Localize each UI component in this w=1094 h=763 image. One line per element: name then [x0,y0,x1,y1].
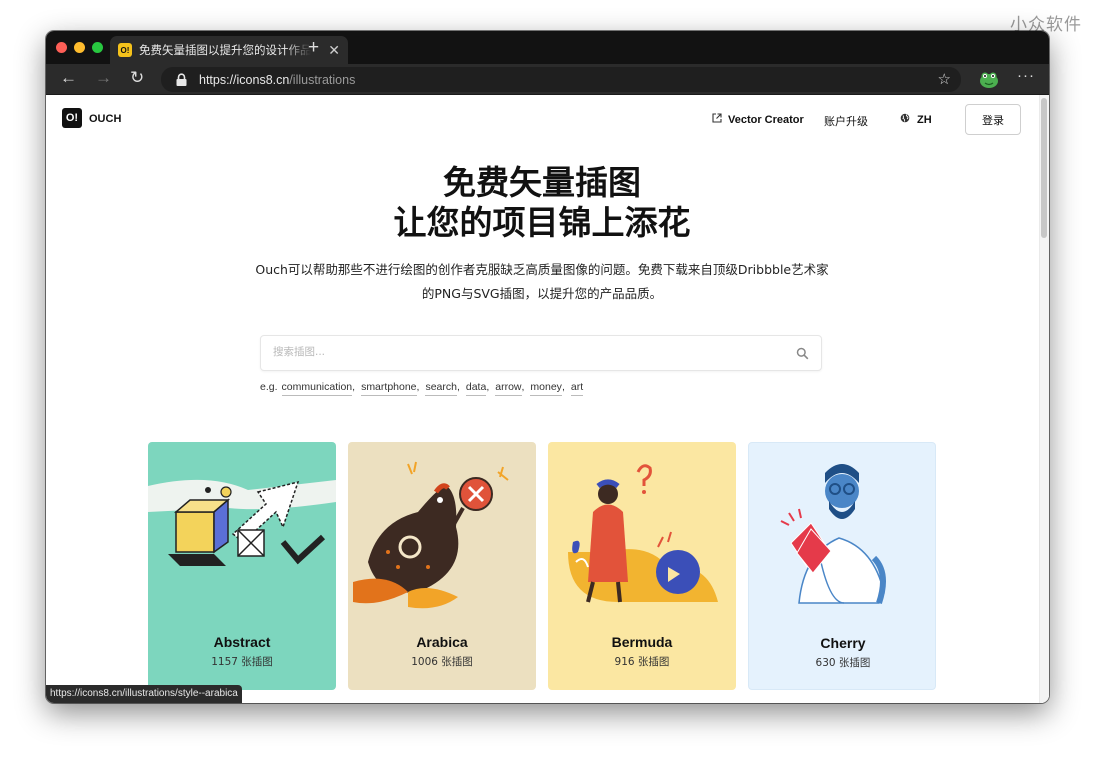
address-bar[interactable]: https://icons8.cn/illustrations ☆ [161,67,961,92]
back-arrow-icon[interactable]: ← [60,68,77,88]
search-box [260,335,822,371]
hero-description-line2: 的PNG与SVG插图，以提升您的产品品质。 [421,286,663,301]
ouch-logo[interactable]: O! [62,108,82,128]
example-link-arrow[interactable]: arrow [495,381,522,396]
cherry-illustration [749,443,935,623]
tab-close-icon[interactable]: ✕ [328,42,340,59]
example-link-smartphone[interactable]: smartphone [361,381,417,396]
card-name: Arabica [416,634,468,650]
hero-title-line1: 免费矢量插图 [443,163,641,202]
reload-icon[interactable]: ↻ [130,68,144,88]
card-count: 1006 张插图 [411,656,473,668]
arabica-illustration [348,442,536,622]
card-name: Cherry [820,635,866,651]
frog-extension-icon[interactable] [978,68,1000,90]
favicon-icon: O! [118,43,132,57]
example-link-communication[interactable]: communication [281,381,353,396]
login-button[interactable]: 登录 [965,104,1021,135]
style-card-bermuda[interactable]: Bermuda 916 张插图 [548,442,736,690]
style-card-abstract[interactable]: Abstract 1157 张插图 [148,442,336,690]
minimize-window-button[interactable] [74,42,85,53]
window-controls [56,42,103,53]
example-link-search[interactable]: search [425,381,457,396]
examples-prefix: e.g. [260,381,278,393]
example-link-art[interactable]: art [570,381,584,396]
abstract-illustration [148,442,336,622]
hero-title-line2: 让您的项目锦上添花 [393,203,691,242]
card-name: Abstract [213,634,271,650]
example-link-data[interactable]: data [465,381,487,396]
url-text: https://icons8.cn/illustrations [199,72,356,87]
site-header: O! OUCH Vector Creator 账户升级 ZH 登录 [46,95,1038,145]
scrollbar-thumb[interactable] [1041,98,1047,238]
new-tab-button[interactable]: + [308,37,319,59]
card-count: 630 张插图 [815,657,871,669]
tab-title: 免费矢量插图以提升您的设计作品 [139,45,311,57]
web-page: O! OUCH Vector Creator 账户升级 ZH 登录 免费矢量插图… [46,95,1049,703]
card-name: Bermuda [611,634,673,650]
close-window-button[interactable] [56,42,67,53]
card-count: 1157 张插图 [211,656,273,668]
search-examples: e.g. communication, smartphone, search, … [260,381,584,396]
lock-icon [175,72,188,87]
status-bar-url: https://icons8.cn/illustrations/style--a… [46,685,242,703]
hero-description-line1: Ouch可以帮助那些不进行绘图的创作者克服缺乏高质量图像的问题。免费下载来自顶级… [255,262,829,277]
account-upgrade-link[interactable]: 账户升级 [824,113,868,129]
zoom-window-button[interactable] [92,42,103,53]
style-card-cherry[interactable]: Cherry 630 张插图 [748,442,936,690]
example-link-money[interactable]: money [530,381,562,396]
page-scrollbar[interactable] [1039,95,1049,703]
vector-creator-link[interactable]: Vector Creator [712,113,804,126]
globe-icon [900,113,910,126]
language-selector[interactable]: ZH [900,113,932,126]
browser-window: O! 免费矢量插图以提升您的设计作品 ✕ + ← → ↻ https://ico… [46,31,1049,703]
bermuda-illustration [548,442,736,622]
bookmark-star-icon[interactable]: ☆ [938,70,951,88]
external-link-icon [712,113,722,126]
more-menu-icon[interactable]: ··· [1017,67,1035,84]
forward-arrow-icon[interactable]: → [95,68,112,88]
card-count: 916 张插图 [614,656,670,668]
search-input[interactable] [273,346,773,358]
tab-strip: O! 免费矢量插图以提升您的设计作品 ✕ + [46,31,1049,64]
style-card-arabica[interactable]: Arabica 1006 张插图 [348,442,536,690]
brand-name[interactable]: OUCH [89,113,121,125]
search-icon[interactable] [796,347,809,360]
browser-toolbar: ← → ↻ https://icons8.cn/illustrations ☆ … [46,64,1049,95]
